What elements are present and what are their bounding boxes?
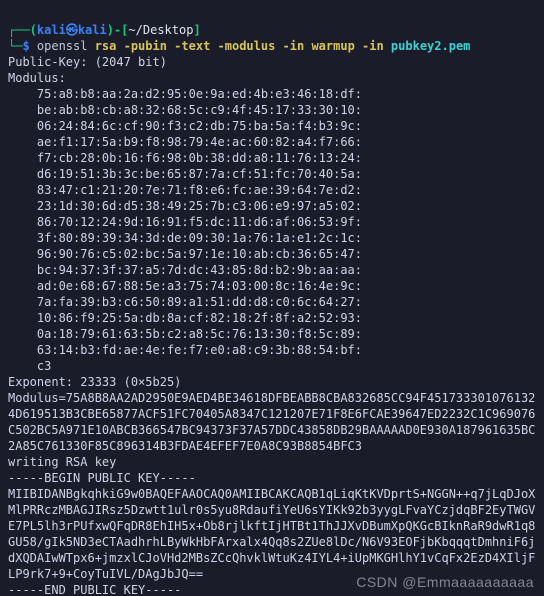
hex-row: 75:a8:b8:aa:2a:d2:95:0e:9a:ed:4b:e3:46:1… [8, 87, 362, 101]
hex-row: 83:47:c1:21:20:7e:71:f8:e6:fc:ae:39:64:7… [8, 183, 362, 197]
hex-row: be:ab:b8:cb:a8:32:68:5c:c9:4f:45:17:33:3… [8, 103, 362, 117]
hex-row: 23:1d:30:6d:d5:38:49:25:7b:c3:06:e9:97:a… [8, 199, 362, 213]
hex-row: 06:24:84:6c:cf:90:f3:c2:db:75:ba:5a:f4:b… [8, 119, 362, 133]
terminal-output: ┌──(kali㉿kali)-[~/Desktop] └─$ openssl r… [0, 0, 544, 596]
out-pubkey: Public-Key: (2047 bit) [8, 55, 167, 69]
out-mod-label: Modulus: [8, 71, 66, 85]
hex-row: ad:0e:68:67:88:5e:a3:75:74:03:00:8c:16:4… [8, 279, 362, 293]
pem-b64: MIIBIDANBgkqhkiG9w0BAQEFAAOCAQ0AMIIBCAKC… [8, 487, 535, 581]
pem-end: -----END PUBLIC KEY----- [8, 583, 181, 596]
hex-row: 96:90:76:c5:02:bc:5a:97:1e:10:ab:cb:36:6… [8, 247, 362, 261]
hex-row: c3 [8, 359, 51, 373]
hex-row: 0a:18:79:61:63:5b:c2:a8:5c:76:13:30:f8:5… [8, 327, 362, 341]
hex-row: 86:70:12:24:9d:16:91:f5:dc:11:d6:af:06:5… [8, 215, 362, 229]
hex-row: f7:cb:28:0b:16:f6:98:0b:38:dd:a8:11:76:1… [8, 151, 362, 165]
prompt-line-2[interactable]: └─$ openssl rsa -pubin -text -modulus -i… [8, 39, 470, 53]
pem-begin: -----BEGIN PUBLIC KEY----- [8, 471, 196, 485]
hex-row: 3f:80:89:39:34:3d:de:09:30:1a:76:1a:e1:2… [8, 231, 362, 245]
hex-row: 7a:fa:39:b3:c6:50:89:a1:51:dd:d8:c0:6c:6… [8, 295, 362, 309]
out-modulus-full: Modulus=75A8B8AA2AD2950E9AED4BE34618DFBE… [8, 391, 535, 453]
hex-row: ae:f1:17:5a:b9:f8:98:79:4e:ac:60:82:a4:f… [8, 135, 362, 149]
out-exponent: Exponent: 23333 (0×5b25) [8, 375, 181, 389]
hex-row: bc:94:37:3f:37:a5:7d:dc:43:85:8d:b2:9b:a… [8, 263, 362, 277]
prompt-line-1: ┌──(kali㉿kali)-[~/Desktop] [8, 23, 201, 37]
out-writing: writing RSA key [8, 455, 116, 469]
hex-row: 63:14:b3:fd:ae:4e:fe:f7:e0:a8:c9:3b:88:5… [8, 343, 362, 357]
hex-row: 10:86:f9:25:5a:db:8a:cf:82:18:2f:8f:a2:5… [8, 311, 362, 325]
hex-row: d6:19:51:3b:3c:be:65:87:7a:cf:51:fc:70:4… [8, 167, 362, 181]
